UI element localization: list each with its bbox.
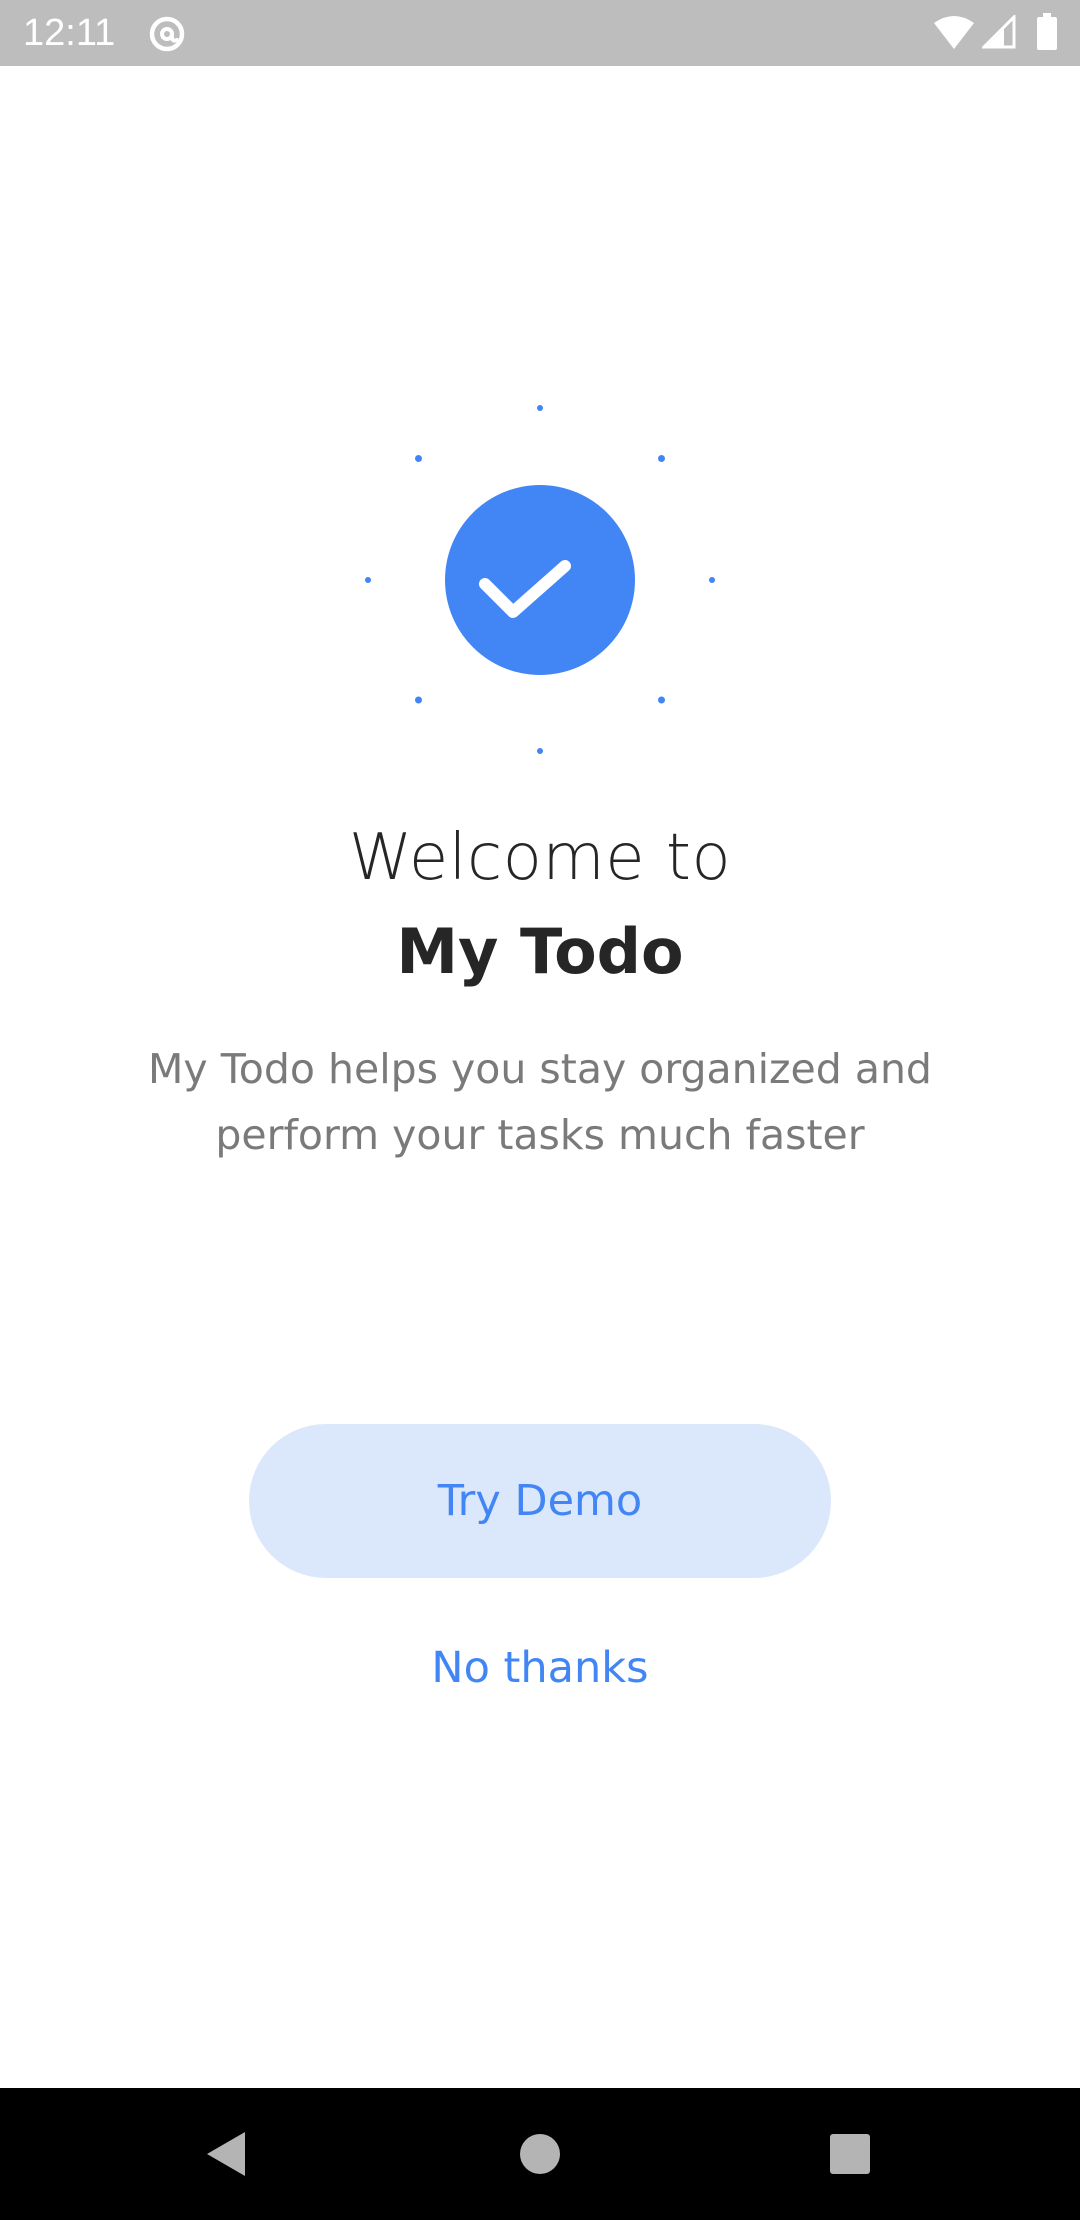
check-circle: [445, 485, 635, 675]
welcome-heading: Welcome to: [348, 821, 732, 895]
home-icon: [520, 2134, 560, 2174]
recents-button[interactable]: [810, 2114, 890, 2194]
status-bar: 12:11: [0, 0, 1080, 66]
no-thanks-button[interactable]: No thanks: [340, 1636, 740, 1700]
navigation-bar: [0, 2088, 1080, 2220]
back-icon: [207, 2132, 245, 2176]
battery-icon: [1036, 13, 1058, 51]
checkmark-badge: [365, 405, 715, 754]
recents-icon: [830, 2134, 870, 2174]
wifi-icon: [934, 15, 974, 51]
try-demo-button[interactable]: Try Demo: [249, 1424, 831, 1578]
app-name-heading: My Todo: [396, 915, 684, 988]
home-button[interactable]: [500, 2114, 580, 2194]
hero-illustration: [360, 400, 720, 760]
tagline-text: My Todo helps you stay organized and per…: [148, 1045, 932, 1159]
cellular-signal-icon: [982, 15, 1016, 49]
back-button[interactable]: [186, 2114, 266, 2194]
status-time: 12:11: [23, 12, 116, 54]
at-sign-icon: [148, 15, 186, 53]
